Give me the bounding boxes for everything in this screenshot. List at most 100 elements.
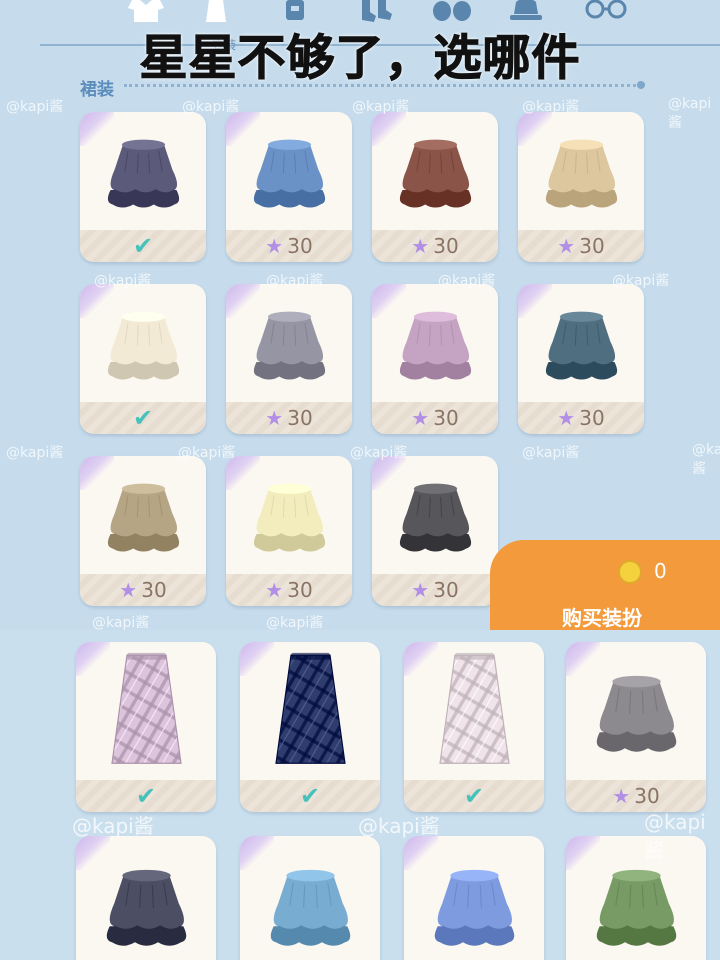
- watermark: @kapi酱: [522, 99, 580, 115]
- card-footer: ★ 30: [226, 402, 352, 434]
- top-item-card[interactable]: ✔: [80, 284, 206, 434]
- top-item-card[interactable]: ★ 30: [372, 112, 498, 262]
- price-value: 30: [287, 578, 313, 602]
- price-tag: ★ 30: [119, 578, 166, 602]
- watermark: @kapi酱: [266, 615, 324, 630]
- buy-outfit-button[interactable]: 0 购买装扮: [490, 540, 720, 630]
- star-icon: ★: [119, 578, 138, 602]
- skirt-icon: [240, 642, 380, 780]
- top-item-card[interactable]: ★ 30: [372, 456, 498, 606]
- owned-check-icon: ✔: [132, 232, 154, 260]
- top-item-card[interactable]: ★ 30: [80, 456, 206, 606]
- watermark: @kapi酱: [522, 445, 580, 461]
- price-value: 30: [141, 578, 167, 602]
- watermark: @kapi酱: [692, 442, 720, 477]
- watermark: @kapi酱: [178, 445, 236, 461]
- top-item-card[interactable]: ★ 30: [226, 112, 352, 262]
- skirt-icon: [372, 284, 498, 402]
- top-item-card[interactable]: ★ 30: [226, 284, 352, 434]
- star-icon: ★: [612, 784, 631, 808]
- card-footer: ★ 30: [566, 780, 706, 812]
- skirt-icon: [226, 456, 352, 574]
- skirt-icon: [226, 112, 352, 230]
- star-icon: ★: [557, 406, 576, 430]
- owned-check-icon: ✔: [135, 782, 157, 810]
- watermark: @kapi酱: [266, 273, 324, 289]
- price-tag: ★ 30: [265, 406, 312, 430]
- watermark: @kapi酱: [350, 445, 408, 461]
- coin-count: 0: [654, 559, 667, 583]
- skirt-icon: [372, 456, 498, 574]
- watermark: @kapi酱: [72, 814, 154, 838]
- skirt-icon: [76, 642, 216, 780]
- price-value: 30: [433, 406, 459, 430]
- bottom-item-card[interactable]: ✔: [404, 642, 544, 812]
- top-item-card[interactable]: ★ 30: [372, 284, 498, 434]
- price-value: 30: [287, 234, 313, 258]
- skirt-icon: [404, 642, 544, 780]
- price-value: 30: [579, 406, 605, 430]
- card-footer: ★ 30: [226, 574, 352, 606]
- price-value: 30: [433, 234, 459, 258]
- price-value: 30: [634, 784, 660, 808]
- card-footer: ✔: [76, 780, 216, 812]
- star-icon: ★: [411, 578, 430, 602]
- skirt-icon: [404, 836, 544, 960]
- bottom-item-card[interactable]: ✔: [76, 642, 216, 812]
- watermark: @kapi酱: [352, 99, 410, 115]
- watermark: @kapi酱: [668, 96, 712, 131]
- top-screenshot-panel: 衣装 裙装 ✔ ★ 30 ★ 30 ★ 30 ✔ ★ 30 ★ 30 ★ 30 …: [0, 0, 720, 630]
- buy-outfit-label: 购买装扮: [562, 606, 642, 630]
- skirt-icon: [518, 112, 644, 230]
- watermark: @kapi酱: [94, 273, 152, 289]
- price-value: 30: [287, 406, 313, 430]
- card-footer: ✔: [80, 402, 206, 434]
- coin-icon: [618, 560, 642, 584]
- bottom-item-card[interactable]: ★ 30: [566, 642, 706, 812]
- bottom-item-card[interactable]: [76, 836, 216, 960]
- card-footer: ✔: [240, 780, 380, 812]
- skirt-icon: [80, 112, 206, 230]
- top-item-card[interactable]: ★ 30: [226, 456, 352, 606]
- price-tag: ★ 30: [411, 406, 458, 430]
- price-value: 30: [433, 578, 459, 602]
- skirt-icon: [240, 836, 380, 960]
- price-tag: ★ 30: [612, 784, 659, 808]
- star-icon: ★: [557, 234, 576, 258]
- price-tag: ★ 30: [557, 406, 604, 430]
- price-value: 30: [579, 234, 605, 258]
- star-icon: ★: [411, 406, 430, 430]
- skirt-icon: [80, 456, 206, 574]
- watermark: @kapi酱: [612, 273, 670, 289]
- top-item-card[interactable]: ✔: [80, 112, 206, 262]
- top-item-card[interactable]: ★ 30: [518, 284, 644, 434]
- star-icon: ★: [265, 234, 284, 258]
- top-item-card[interactable]: ★ 30: [518, 112, 644, 262]
- bottom-item-card[interactable]: ✔: [240, 642, 380, 812]
- card-footer: ★ 30: [372, 574, 498, 606]
- skirt-icon: [566, 642, 706, 780]
- star-icon: ★: [265, 578, 284, 602]
- skirt-icon: [80, 284, 206, 402]
- price-tag: ★ 30: [411, 578, 458, 602]
- meme-caption: 星星不够了，选哪件: [139, 30, 581, 87]
- price-tag: ★ 30: [557, 234, 604, 258]
- owned-check-icon: ✔: [299, 782, 321, 810]
- card-footer: ✔: [404, 780, 544, 812]
- price-tag: ★ 30: [265, 578, 312, 602]
- card-footer: ★ 30: [80, 574, 206, 606]
- watermark: @kapi酱: [182, 99, 240, 115]
- card-footer: ★ 30: [372, 402, 498, 434]
- skirt-icon: [76, 836, 216, 960]
- skirt-icon: [226, 284, 352, 402]
- skirt-icon: [372, 112, 498, 230]
- bottom-item-card[interactable]: [404, 836, 544, 960]
- card-footer: ★ 30: [226, 230, 352, 262]
- card-footer: ★ 30: [372, 230, 498, 262]
- bottom-item-card[interactable]: [240, 836, 380, 960]
- owned-check-icon: ✔: [463, 782, 485, 810]
- card-footer: ✔: [80, 230, 206, 262]
- watermark: @kapi酱: [6, 99, 64, 115]
- price-tag: ★ 30: [411, 234, 458, 258]
- watermark: @kapi酱: [92, 615, 150, 630]
